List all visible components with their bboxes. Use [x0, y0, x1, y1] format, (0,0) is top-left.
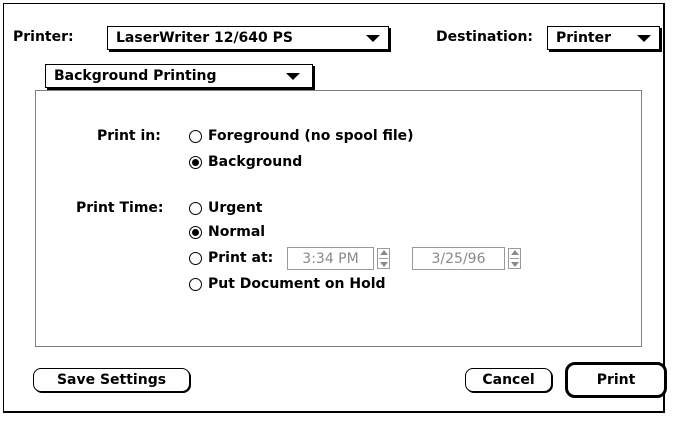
triangle-down-icon: [286, 73, 300, 80]
up-down-stepper-icon[interactable]: [508, 248, 521, 269]
print-time-label: Print Time:: [76, 200, 164, 216]
radio-foreground-label[interactable]: Foreground (no spool file): [208, 128, 414, 144]
radio-button-icon[interactable]: [189, 202, 202, 215]
triangle-down-icon: [637, 35, 651, 42]
radio-button-icon[interactable]: [189, 278, 202, 291]
radio-button-icon[interactable]: [189, 130, 202, 143]
print-in-label: Print in:: [97, 128, 161, 144]
cancel-button[interactable]: Cancel: [465, 368, 552, 392]
print-time-field[interactable]: 3:34 PM: [287, 247, 374, 270]
radio-button-icon[interactable]: [189, 252, 202, 265]
radio-urgent-label[interactable]: Urgent: [208, 200, 262, 216]
radio-button-icon[interactable]: [189, 226, 202, 239]
radio-normal-label[interactable]: Normal: [208, 224, 265, 240]
destination-label: Destination:: [436, 29, 534, 45]
up-down-stepper-icon[interactable]: [377, 248, 390, 269]
printer-value: LaserWriter 12/640 PS: [116, 30, 294, 46]
triangle-down-icon: [366, 35, 380, 42]
panel-selector-value: Background Printing: [54, 68, 217, 84]
print-button[interactable]: Print: [565, 362, 667, 398]
radio-background-label[interactable]: Background: [208, 154, 302, 170]
panel-selector-popup[interactable]: Background Printing: [45, 64, 313, 88]
print-dialog: Printer: LaserWriter 12/640 PS Destinati…: [3, 3, 667, 413]
destination-popup[interactable]: Printer: [547, 26, 660, 50]
printer-popup[interactable]: LaserWriter 12/640 PS: [107, 26, 389, 50]
print-date-field[interactable]: 3/25/96: [412, 247, 505, 270]
printer-label: Printer:: [13, 29, 74, 45]
destination-value: Printer: [556, 30, 612, 46]
radio-button-icon[interactable]: [189, 156, 202, 169]
radio-hold-label[interactable]: Put Document on Hold: [208, 276, 386, 292]
radio-print-at-label[interactable]: Print at:: [208, 250, 273, 266]
save-settings-button[interactable]: Save Settings: [33, 368, 190, 392]
